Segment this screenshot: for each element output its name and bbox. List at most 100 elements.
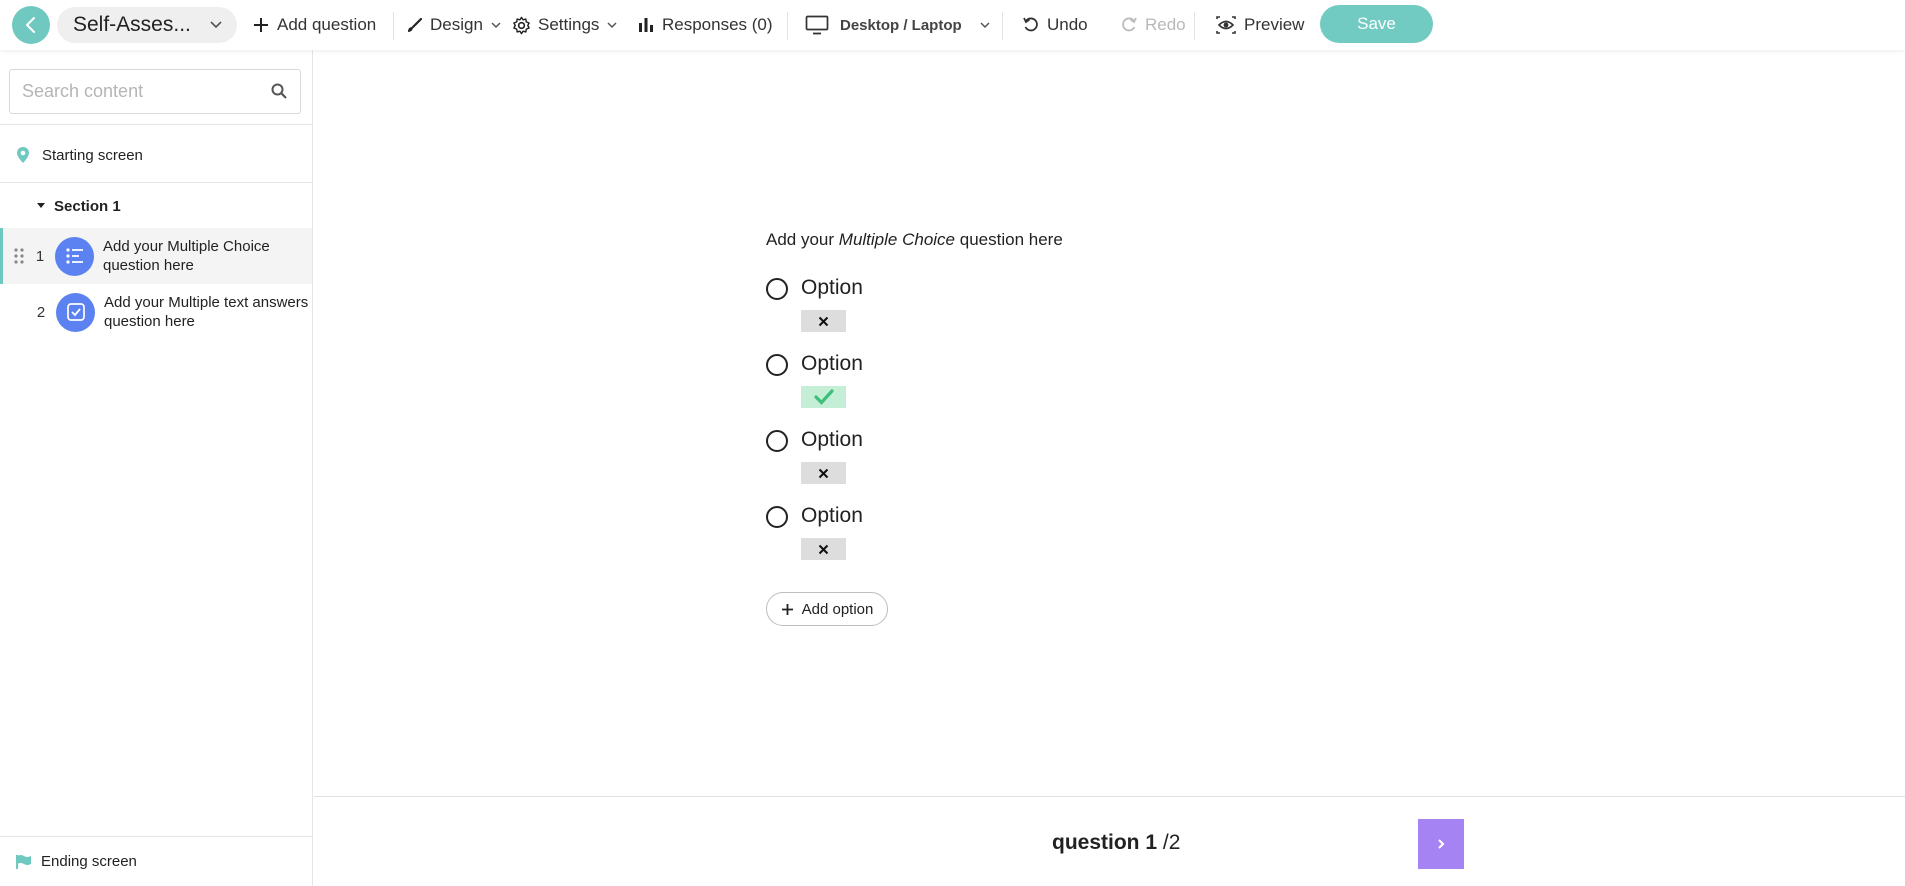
gear-icon xyxy=(513,16,530,34)
form-title: Self-Asses... xyxy=(73,13,191,36)
sidebar-item-starting-screen[interactable]: Starting screen xyxy=(0,142,312,168)
option-row: Option xyxy=(766,276,863,332)
mark-incorrect-button[interactable] xyxy=(801,538,846,560)
add-question-button[interactable]: Add question xyxy=(252,0,376,50)
redo-icon xyxy=(1122,17,1137,32)
add-question-label: Add question xyxy=(277,15,377,34)
device-selector[interactable]: Desktop / Laptop xyxy=(805,0,991,50)
drag-handle-icon[interactable] xyxy=(13,247,25,265)
question-counter: question 1 /2 xyxy=(1052,831,1180,855)
sidebar: Starting screen Section 1 1 Add your Mul… xyxy=(0,50,313,886)
list-icon xyxy=(55,236,94,276)
close-icon xyxy=(818,316,829,326)
monitor-icon xyxy=(805,15,829,35)
search-input[interactable] xyxy=(10,70,250,113)
save-button[interactable]: Save xyxy=(1320,5,1433,43)
caret-down-icon xyxy=(37,203,45,208)
eye-icon xyxy=(1216,16,1236,34)
question-number: 1 xyxy=(35,247,45,265)
radio-button[interactable] xyxy=(766,506,788,528)
chevron-down-icon xyxy=(980,22,990,29)
option-row: Option xyxy=(766,352,863,408)
sidebar-item-ending-screen[interactable]: Ending screen xyxy=(0,836,313,886)
plus-icon xyxy=(254,18,268,32)
responses-button[interactable]: Responses (0) xyxy=(637,0,773,50)
question-title-text[interactable]: Add your Multiple Choice question here xyxy=(766,230,1063,250)
question-canvas: Add your Multiple Choice question here O… xyxy=(314,50,1905,796)
question-title: Add your Multiple Choice question here xyxy=(103,237,270,275)
toolbar-divider xyxy=(393,12,394,40)
radio-button[interactable] xyxy=(766,430,788,452)
option-row: Option xyxy=(766,504,863,560)
sidebar-question-1[interactable]: 1 Add your Multiple Choice question here xyxy=(0,228,312,284)
add-option-label: Add option xyxy=(801,600,874,618)
bar-chart-icon xyxy=(639,18,653,32)
close-icon xyxy=(818,544,829,554)
search-icon[interactable] xyxy=(270,82,288,100)
preview-label: Preview xyxy=(1244,15,1305,34)
undo-icon xyxy=(1023,17,1038,32)
mark-incorrect-button[interactable] xyxy=(801,310,846,332)
chevron-left-icon xyxy=(26,17,35,33)
option-label[interactable]: Option xyxy=(801,504,863,528)
settings-menu[interactable]: Settings xyxy=(512,0,618,50)
question-title: Add your Multiple text answers question … xyxy=(104,293,308,331)
undo-label: Undo xyxy=(1047,15,1088,34)
ending-screen-label: Ending screen xyxy=(41,853,137,870)
question-title-line: question here xyxy=(103,257,194,274)
starting-screen-label: Starting screen xyxy=(42,146,143,164)
question-title-line: question here xyxy=(104,313,195,330)
question-prefix: Add your xyxy=(766,230,835,249)
toolbar-divider xyxy=(1002,12,1003,40)
mark-incorrect-button[interactable] xyxy=(801,462,846,484)
device-label: Desktop / Laptop xyxy=(840,16,962,34)
total-questions: /2 xyxy=(1162,831,1181,854)
option-row: Option xyxy=(766,428,863,484)
redo-button[interactable]: Redo xyxy=(1120,0,1186,50)
radio-button[interactable] xyxy=(766,354,788,376)
preview-button[interactable]: Preview xyxy=(1215,0,1304,50)
chevron-down-icon xyxy=(491,22,501,29)
question-title-line: Add your Multiple text answers xyxy=(104,294,309,311)
settings-label: Settings xyxy=(538,15,600,34)
question-suffix: question here xyxy=(959,230,1063,249)
brush-icon xyxy=(408,17,423,32)
check-icon xyxy=(813,389,834,405)
question-number: 2 xyxy=(36,303,46,321)
chevron-down-icon xyxy=(210,21,222,29)
search-box xyxy=(9,69,301,114)
counter-word: question xyxy=(1052,831,1140,854)
responses-label: Responses (0) xyxy=(662,15,773,34)
redo-label: Redo xyxy=(1145,15,1186,34)
close-icon xyxy=(818,468,829,478)
add-option-button[interactable]: Add option xyxy=(766,592,888,626)
flag-icon xyxy=(16,854,31,869)
option-label[interactable]: Option xyxy=(801,352,863,376)
question-navigation-footer: question 1 /2 xyxy=(314,796,1905,886)
mark-correct-button[interactable] xyxy=(801,386,846,408)
undo-button[interactable]: Undo xyxy=(1022,0,1088,50)
next-question-button[interactable] xyxy=(1418,819,1464,869)
current-question-number: 1 xyxy=(1145,831,1158,854)
section-header[interactable]: Section 1 xyxy=(0,193,312,219)
form-title-dropdown[interactable]: Self-Asses... xyxy=(57,7,237,43)
option-label[interactable]: Option xyxy=(801,428,863,452)
sidebar-divider xyxy=(0,182,313,183)
toolbar-divider xyxy=(1194,12,1195,40)
sidebar-question-2[interactable]: 2 Add your Multiple text answers questio… xyxy=(0,284,312,340)
plus-icon xyxy=(781,603,793,615)
option-label[interactable]: Option xyxy=(801,276,863,300)
question-title-line: Add your Multiple Choice xyxy=(103,238,270,255)
checkbox-icon xyxy=(56,292,95,332)
toolbar-divider xyxy=(787,12,788,40)
design-label: Design xyxy=(430,15,483,34)
question-type: Multiple Choice xyxy=(838,230,956,249)
sidebar-divider xyxy=(0,124,313,125)
radio-button[interactable] xyxy=(766,278,788,300)
top-toolbar: Self-Asses... Add question Design Settin… xyxy=(0,0,1905,50)
map-pin-icon xyxy=(17,147,29,163)
chevron-right-icon xyxy=(1438,839,1445,849)
design-menu[interactable]: Design xyxy=(406,0,502,50)
section-label: Section 1 xyxy=(54,197,121,215)
back-button[interactable] xyxy=(12,6,50,44)
